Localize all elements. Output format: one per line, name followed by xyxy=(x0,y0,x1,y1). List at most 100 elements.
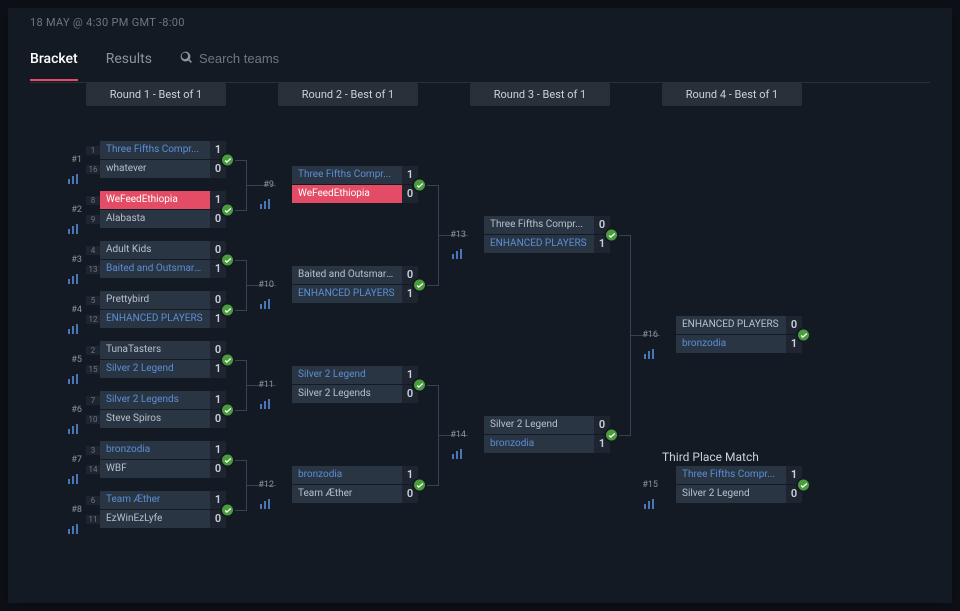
stats-icon[interactable] xyxy=(68,219,80,229)
team-row[interactable]: 9Alabasta0 xyxy=(86,210,226,228)
search-input[interactable] xyxy=(199,51,375,66)
check-icon xyxy=(220,153,235,168)
team-row[interactable]: 2TunaTasters0 xyxy=(86,341,226,359)
bracket-connector xyxy=(246,160,247,211)
seed: 6 xyxy=(86,496,100,505)
team-row[interactable]: 15Silver 2 Legend1 xyxy=(86,360,226,378)
team-row[interactable]: Silver 2 Legends0 xyxy=(278,385,418,403)
team-row[interactable]: Team Æther0 xyxy=(278,485,418,503)
match-id: #11 xyxy=(258,380,274,390)
team-row[interactable]: bronzodia1 xyxy=(662,335,802,353)
team-row[interactable]: 12ENHANCED PLAYERS1 xyxy=(86,310,226,328)
team-row[interactable]: Silver 2 Legend0 xyxy=(470,416,610,434)
team-row[interactable]: Silver 2 Legend1 xyxy=(278,366,418,384)
match-id: #8 xyxy=(66,505,82,515)
team-row[interactable]: Three Fifths Compr...0 xyxy=(470,216,610,234)
third-place-title: Third Place Match xyxy=(662,450,759,464)
team-row[interactable]: 5Prettybird0 xyxy=(86,291,226,309)
match-id: #1 xyxy=(66,155,82,165)
header: 18 MAY @ 4:30 PM GMT -8:00 Bracket Resul… xyxy=(8,8,952,83)
stats-icon[interactable] xyxy=(68,419,80,429)
team-name: bronzodia xyxy=(100,441,210,459)
stats-icon[interactable] xyxy=(260,294,272,304)
team-row[interactable]: 14WBF0 xyxy=(86,460,226,478)
seed: 16 xyxy=(86,165,100,174)
match-id: #2 xyxy=(66,205,82,215)
stats-icon[interactable] xyxy=(68,369,80,379)
seed: 5 xyxy=(86,296,100,305)
navbar: Bracket Results xyxy=(30,49,930,83)
app-window: 18 MAY @ 4:30 PM GMT -8:00 Bracket Resul… xyxy=(8,8,952,603)
team-name: Three Fifths Compr... xyxy=(676,466,786,484)
match[interactable]: #73bronzodia114WBF0 xyxy=(86,441,226,479)
search-wrap xyxy=(180,49,375,82)
team-row[interactable]: bronzodia1 xyxy=(470,435,610,453)
match[interactable]: #86Team Æther111EzWinEzLyfe0 xyxy=(86,491,226,529)
check-icon xyxy=(412,278,427,293)
team-row[interactable]: bronzodia1 xyxy=(278,466,418,484)
match-id: #3 xyxy=(66,255,82,265)
team-row[interactable]: 7Silver 2 Legends1 xyxy=(86,391,226,409)
match[interactable]: #12bronzodia1Team Æther0 xyxy=(278,466,418,504)
team-row[interactable]: ENHANCED PLAYERS1 xyxy=(278,285,418,303)
stats-icon[interactable] xyxy=(260,194,272,204)
stats-icon[interactable] xyxy=(68,519,80,529)
team-row[interactable]: WeFeedEthiopia0 xyxy=(278,185,418,203)
team-name: bronzodia xyxy=(484,435,594,453)
match-id: #5 xyxy=(66,355,82,365)
team-name: Silver 2 Legend xyxy=(292,366,402,384)
match[interactable]: #52TunaTasters015Silver 2 Legend1 xyxy=(86,341,226,379)
team-row[interactable]: 4Adult Kids0 xyxy=(86,241,226,259)
team-row[interactable]: 11EzWinEzLyfe0 xyxy=(86,510,226,528)
stats-icon[interactable] xyxy=(68,269,80,279)
stats-icon[interactable] xyxy=(260,394,272,404)
team-row[interactable]: 8WeFeedEthiopia1 xyxy=(86,191,226,209)
team-row[interactable]: 16whatever0 xyxy=(86,160,226,178)
team-row[interactable]: ENHANCED PLAYERS0 xyxy=(662,316,802,334)
team-row[interactable]: 13Baited and Outsmarted1 xyxy=(86,260,226,278)
match[interactable]: #28WeFeedEthiopia19Alabasta0 xyxy=(86,191,226,229)
team-row[interactable]: 6Team Æther1 xyxy=(86,491,226,509)
team-name: Adult Kids xyxy=(100,241,210,259)
team-row[interactable]: 1Three Fifths Compr...1 xyxy=(86,141,226,159)
tab-results[interactable]: Results xyxy=(106,51,152,81)
check-icon xyxy=(220,453,235,468)
match[interactable]: #67Silver 2 Legends110Steve Spiros0 xyxy=(86,391,226,429)
match[interactable]: #15Three Fifths Compr...1Silver 2 Legend… xyxy=(662,466,802,504)
team-row[interactable]: Silver 2 Legend0 xyxy=(662,485,802,503)
match[interactable]: #13Three Fifths Compr...0ENHANCED PLAYER… xyxy=(470,216,610,254)
team-row[interactable]: Three Fifths Compr...1 xyxy=(662,466,802,484)
team-name: WeFeedEthiopia xyxy=(292,185,402,203)
team-row[interactable]: Baited and Outsmarted0 xyxy=(278,266,418,284)
stats-icon[interactable] xyxy=(644,494,656,504)
check-icon xyxy=(412,378,427,393)
match[interactable]: #14Silver 2 Legend0bronzodia1 xyxy=(470,416,610,454)
match[interactable]: #11Silver 2 Legend1Silver 2 Legends0 xyxy=(278,366,418,404)
team-name: WBF xyxy=(100,460,210,478)
stats-icon[interactable] xyxy=(452,444,464,454)
match-id: #13 xyxy=(450,230,466,240)
stats-icon[interactable] xyxy=(68,469,80,479)
match[interactable]: #11Three Fifths Compr...116whatever0 xyxy=(86,141,226,179)
match[interactable]: #10Baited and Outsmarted0ENHANCED PLAYER… xyxy=(278,266,418,304)
match-id: #16 xyxy=(642,330,658,340)
check-icon xyxy=(220,303,235,318)
team-row[interactable]: 3bronzodia1 xyxy=(86,441,226,459)
stats-icon[interactable] xyxy=(260,494,272,504)
stats-icon[interactable] xyxy=(452,244,464,254)
stats-icon[interactable] xyxy=(68,169,80,179)
check-icon xyxy=(796,478,811,493)
team-row[interactable]: Three Fifths Compr...1 xyxy=(278,166,418,184)
stats-icon[interactable] xyxy=(68,319,80,329)
seed: 14 xyxy=(86,465,100,474)
team-row[interactable]: 10Steve Spiros0 xyxy=(86,410,226,428)
tab-bracket[interactable]: Bracket xyxy=(30,51,78,81)
team-row[interactable]: ENHANCED PLAYERS1 xyxy=(470,235,610,253)
match[interactable]: #9Three Fifths Compr...1WeFeedEthiopia0 xyxy=(278,166,418,204)
match[interactable]: #34Adult Kids013Baited and Outsmarted1 xyxy=(86,241,226,279)
stats-icon[interactable] xyxy=(644,344,656,354)
bracket-connector xyxy=(438,385,439,486)
match[interactable]: #16ENHANCED PLAYERS0bronzodia1 xyxy=(662,316,802,354)
check-icon xyxy=(220,403,235,418)
match[interactable]: #45Prettybird012ENHANCED PLAYERS1 xyxy=(86,291,226,329)
